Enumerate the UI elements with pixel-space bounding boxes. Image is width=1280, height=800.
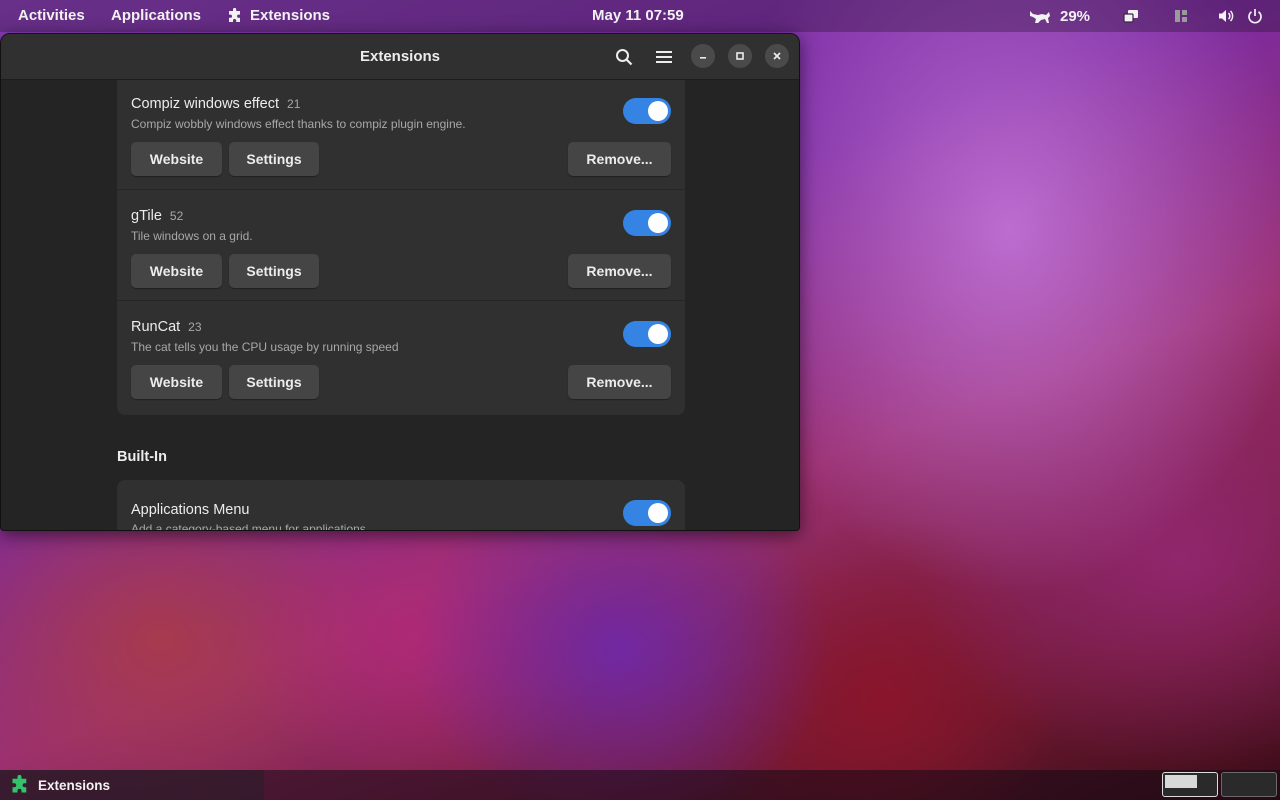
website-button[interactable]: Website <box>131 254 222 288</box>
extension-description: Tile windows on a grid. <box>131 229 253 243</box>
toggle-knob <box>648 503 668 523</box>
toggle-knob <box>648 213 668 233</box>
power-icon[interactable] <box>1247 8 1263 24</box>
extension-name: RunCat 23 <box>131 319 202 335</box>
extension-row-gtile: gTile 52 Tile windows on a grid. Website … <box>117 189 685 300</box>
focused-app-label: Extensions <box>250 7 331 24</box>
focused-app-menu[interactable]: Extensions <box>227 0 330 32</box>
puzzle-piece-icon <box>229 8 240 22</box>
website-button[interactable]: Website <box>131 365 222 399</box>
extension-version: 21 <box>287 97 301 111</box>
extension-row-runcat: RunCat 23 The cat tells you the CPU usage… <box>117 300 685 411</box>
search-button[interactable] <box>611 44 637 70</box>
extension-toggle-compiz[interactable] <box>623 98 671 124</box>
workspace-1[interactable] <box>1162 772 1218 797</box>
extensions-list[interactable]: Compiz windows effect 21 Compiz wobbly wi… <box>1 80 799 531</box>
extension-toggle-applications-menu[interactable] <box>623 500 671 526</box>
bottom-panel: Extensions <box>0 770 1280 800</box>
tiling-grid-icon[interactable] <box>1173 8 1189 24</box>
user-extensions-card: Compiz windows effect 21 Compiz wobbly wi… <box>117 80 685 415</box>
extension-row-compiz: Compiz windows effect 21 Compiz wobbly wi… <box>117 80 685 189</box>
settings-button[interactable]: Settings <box>229 254 319 288</box>
website-button[interactable]: Website <box>131 142 222 176</box>
builtin-extensions-card: Applications Menu Add a category-based m… <box>117 480 685 531</box>
screen-share-icon[interactable] <box>1123 8 1139 24</box>
settings-button[interactable]: Settings <box>229 142 319 176</box>
minimize-icon <box>700 57 706 59</box>
clock[interactable]: May 11 07:59 <box>592 0 684 32</box>
extensions-window: Extensions Compiz windows effect 21 Comp… <box>0 33 800 531</box>
workspace-window-preview <box>1165 775 1197 788</box>
hamburger-menu-icon <box>656 51 672 63</box>
extension-version: 23 <box>188 320 202 334</box>
runcat-indicator[interactable]: 29% <box>1028 0 1090 32</box>
remove-button[interactable]: Remove... <box>568 142 671 176</box>
remove-button[interactable]: Remove... <box>568 365 671 399</box>
volume-icon[interactable] <box>1218 8 1234 24</box>
close-icon <box>773 52 781 60</box>
extension-toggle-gtile[interactable] <box>623 210 671 236</box>
running-cat-icon <box>1030 11 1050 23</box>
window-title: Extensions <box>359 48 441 65</box>
extension-description: The cat tells you the CPU usage by runni… <box>131 340 399 354</box>
extension-description: Add a category-based menu for applicatio… <box>131 522 370 531</box>
extension-toggle-runcat[interactable] <box>623 321 671 347</box>
minimize-button[interactable] <box>691 44 715 68</box>
toggle-knob <box>648 324 668 344</box>
extension-name: Applications Menu <box>131 502 250 518</box>
main-menu-button[interactable] <box>651 44 677 70</box>
taskbar-item-label: Extensions <box>38 777 111 793</box>
extension-row-applications-menu: Applications Menu Add a category-based m… <box>117 480 685 531</box>
builtin-section-title: Built-In <box>117 449 167 465</box>
workspace-2[interactable] <box>1221 772 1277 797</box>
remove-button[interactable]: Remove... <box>568 254 671 288</box>
close-button[interactable] <box>765 44 789 68</box>
extension-version: 52 <box>169 209 184 223</box>
applications-menu-button[interactable]: Applications <box>111 0 201 32</box>
search-icon <box>616 49 633 66</box>
extension-name: gTile 52 <box>131 208 184 224</box>
header-bar[interactable]: Extensions <box>1 34 799 80</box>
top-bar: Activities Applications Extensions May 1… <box>0 0 1280 32</box>
settings-button[interactable]: Settings <box>229 365 319 399</box>
toggle-knob <box>648 101 668 121</box>
taskbar-item-extensions[interactable]: Extensions <box>0 770 264 800</box>
extension-description: Compiz wobbly windows effect thanks to c… <box>131 117 466 131</box>
maximize-icon <box>736 52 744 60</box>
puzzle-piece-icon <box>12 775 27 793</box>
extension-name: Compiz windows effect 21 <box>131 96 301 112</box>
cpu-usage-label: 29% <box>1060 7 1091 25</box>
activities-button[interactable]: Activities <box>18 0 85 32</box>
maximize-button[interactable] <box>728 44 752 68</box>
